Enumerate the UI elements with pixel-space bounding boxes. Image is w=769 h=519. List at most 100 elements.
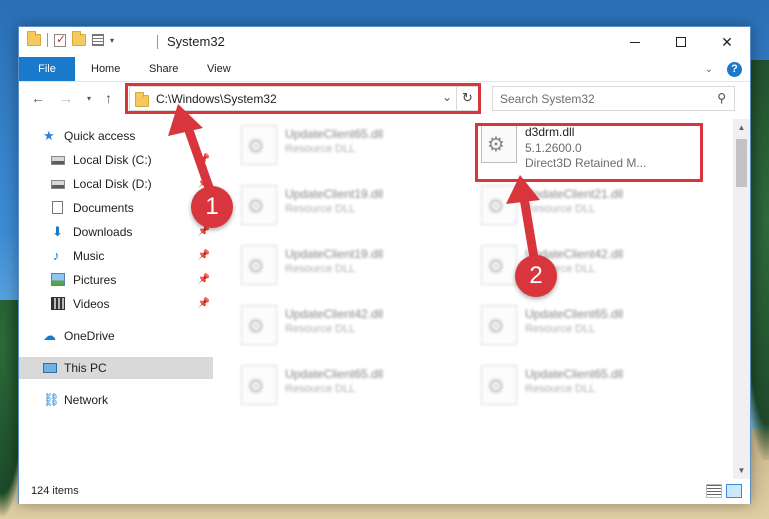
title-separator — [157, 35, 158, 49]
step-2-badge: 2 — [515, 255, 557, 297]
sidebar-item-label: Pictures — [73, 273, 117, 287]
navigation-pane: ★ Quick access Local Disk (C:) 📌 Local D… — [19, 119, 214, 479]
sidebar-item-local-disk-d[interactable]: Local Disk (D:) 📌 — [19, 173, 214, 195]
file-name: UpdateClient65.dll — [525, 367, 624, 381]
tab-view[interactable]: View — [195, 57, 243, 81]
file-item[interactable]: UpdateClient19.dll Resource DLL — [237, 241, 457, 289]
file-name: UpdateClient65.dll — [525, 307, 624, 321]
this-pc-icon — [43, 363, 57, 373]
tab-home[interactable]: Home — [79, 57, 132, 81]
sidebar-item-label: OneDrive — [64, 329, 115, 343]
close-button[interactable]: ✕ — [704, 27, 750, 57]
properties-check-icon[interactable] — [54, 32, 66, 47]
dll-file-icon — [481, 305, 517, 345]
vertical-scrollbar[interactable]: ▲ ▼ — [733, 119, 750, 479]
dll-file-icon — [241, 185, 277, 225]
help-icon[interactable]: ? — [727, 62, 742, 77]
address-bar-highlight-box — [125, 83, 481, 114]
sidebar-item-label: Music — [73, 249, 105, 263]
back-arrow-icon[interactable]: ← — [31, 90, 45, 106]
pin-icon: 📌 — [197, 250, 210, 261]
disk-icon — [51, 180, 65, 189]
dll-file-icon — [241, 305, 277, 345]
toolbar-separator — [47, 33, 48, 47]
file-item[interactable]: UpdateClient21.dll Resource DLL — [477, 181, 697, 229]
sidebar-item-music[interactable]: ♪ Music 📌 — [19, 245, 214, 267]
ribbon-right-controls: ⌄ ? — [705, 62, 742, 77]
file-name: UpdateClient19.dll — [285, 187, 384, 201]
scroll-down-arrow-icon[interactable]: ▼ — [733, 462, 750, 479]
sidebar-item-label: This PC — [64, 361, 107, 375]
minimize-button[interactable] — [612, 27, 658, 57]
sidebar-item-this-pc[interactable]: This PC — [19, 357, 213, 379]
file-name: UpdateClient42.dll — [285, 307, 384, 321]
file-item[interactable]: UpdateClient65.dll Resource DLL — [477, 361, 697, 409]
sidebar-item-downloads[interactable]: ⬇ Downloads 📌 — [19, 221, 214, 243]
sidebar-item-label: Local Disk (C:) — [73, 153, 152, 167]
sidebar-item-documents[interactable]: Documents 📌 — [19, 197, 214, 219]
target-file-highlight-box — [475, 123, 703, 182]
window-title: System32 — [167, 34, 225, 49]
tab-share[interactable]: Share — [137, 57, 190, 81]
scrollbar-thumb[interactable] — [736, 139, 747, 187]
sidebar-item-label: Downloads — [73, 225, 133, 239]
dll-file-icon — [241, 125, 277, 165]
status-bar: 124 items — [19, 479, 750, 504]
maximize-button[interactable] — [658, 27, 704, 57]
dll-file-icon — [481, 245, 517, 285]
window-controls: ✕ — [612, 27, 750, 57]
item-count: 124 items — [31, 485, 79, 497]
navigation-bar: ← → ▾ ↑ C:\Windows\System32 ⌄ ↻ Search S… — [19, 82, 750, 115]
title-bar: ▾ System32 ✕ — [19, 27, 750, 57]
file-item[interactable]: UpdateClient42.dll Resource DLL — [477, 241, 697, 289]
file-name: UpdateClient65.dll — [285, 367, 384, 381]
file-item[interactable]: UpdateClient65.dll Resource DLL — [477, 301, 697, 349]
file-item[interactable]: UpdateClient42.dll Resource DLL — [237, 301, 457, 349]
file-type: Resource DLL — [285, 203, 356, 215]
tab-file[interactable]: File — [19, 57, 75, 81]
file-type: Resource DLL — [525, 203, 596, 215]
maximize-icon — [676, 37, 686, 47]
file-type: Resource DLL — [285, 143, 356, 155]
file-item[interactable]: UpdateClient65.dll Resource DLL — [237, 121, 457, 169]
file-item[interactable]: UpdateClient19.dll Resource DLL — [237, 181, 457, 229]
scroll-up-arrow-icon[interactable]: ▲ — [733, 119, 750, 136]
details-view-icon[interactable] — [706, 484, 722, 498]
expand-ribbon-chevron-icon[interactable]: ⌄ — [705, 64, 713, 75]
search-icon[interactable]: ⚲ — [717, 91, 726, 105]
sidebar-item-pictures[interactable]: Pictures 📌 — [19, 269, 214, 291]
sidebar-item-label: Quick access — [64, 129, 136, 143]
sidebar-item-label: Network — [64, 393, 109, 407]
folder-icon — [27, 31, 41, 46]
search-box[interactable]: Search System32 ⚲ — [492, 86, 735, 111]
file-explorer-window: ▾ System32 ✕ File Home Share View ⌄ ? ← … — [18, 26, 751, 504]
dll-file-icon — [241, 245, 277, 285]
sidebar-item-videos[interactable]: Videos 📌 — [19, 293, 214, 315]
download-icon: ⬇ — [52, 224, 63, 239]
file-name: UpdateClient21.dll — [525, 187, 624, 201]
sidebar-item-quick-access[interactable]: ★ Quick access — [19, 125, 214, 147]
music-icon: ♪ — [53, 248, 60, 263]
sidebar-item-network[interactable]: ⛓ Network — [19, 389, 214, 411]
chevron-down-icon[interactable]: ▾ — [110, 36, 114, 45]
forward-arrow-icon[interactable]: → — [59, 90, 73, 106]
tiles-view-icon[interactable] — [726, 484, 742, 498]
dll-file-icon — [481, 185, 517, 225]
customize-toolbar-icon[interactable] — [92, 34, 104, 46]
pin-icon: 📌 — [197, 154, 210, 165]
new-folder-icon[interactable] — [72, 31, 86, 46]
sidebar-item-onedrive[interactable]: ☁ OneDrive — [19, 325, 214, 347]
document-icon — [52, 201, 63, 214]
sidebar-item-local-disk-c[interactable]: Local Disk (C:) 📌 — [19, 149, 214, 171]
quick-access-toolbar: ▾ — [27, 31, 114, 47]
onedrive-icon: ☁ — [43, 328, 56, 343]
file-type: Resource DLL — [525, 323, 596, 335]
file-type: Resource DLL — [525, 383, 596, 395]
up-arrow-icon[interactable]: ↑ — [105, 90, 112, 106]
file-item[interactable]: UpdateClient65.dll Resource DLL — [237, 361, 457, 409]
minimize-icon — [630, 41, 640, 43]
recent-locations-chevron-icon[interactable]: ▾ — [87, 94, 91, 103]
network-icon: ⛓ — [43, 392, 60, 407]
sidebar-item-label: Videos — [73, 297, 110, 311]
view-toggle — [706, 484, 742, 498]
